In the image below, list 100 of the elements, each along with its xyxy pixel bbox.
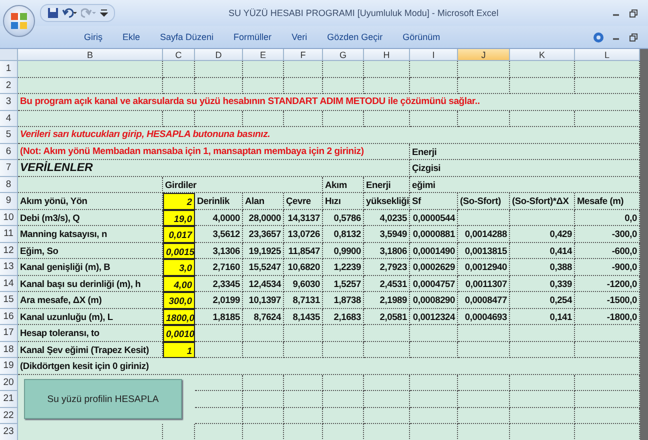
row-header[interactable]: 23 <box>0 424 18 440</box>
save-icon[interactable] <box>47 7 59 19</box>
input-cell[interactable]: 1800,0 <box>163 308 195 325</box>
office-button[interactable] <box>3 5 35 37</box>
row-header[interactable]: 2 <box>0 78 18 94</box>
row-header[interactable]: 7 <box>0 160 18 176</box>
row-header[interactable]: 9 <box>0 193 18 210</box>
empty-cell[interactable] <box>243 325 284 342</box>
row-header[interactable]: 16 <box>0 308 18 325</box>
empty-cell[interactable] <box>364 78 410 94</box>
empty-cell[interactable] <box>510 61 575 78</box>
empty-cell[interactable] <box>510 325 575 342</box>
column-header[interactable]: K <box>510 49 575 61</box>
row-header[interactable]: 22 <box>0 408 18 424</box>
empty-cell[interactable] <box>284 78 323 94</box>
empty-cell[interactable] <box>458 210 510 226</box>
empty-cell[interactable] <box>284 325 323 342</box>
empty-cell[interactable] <box>510 78 575 94</box>
row-header[interactable]: 13 <box>0 259 18 276</box>
calculate-button[interactable]: Su yüzü profilin HESAPLA <box>24 379 182 420</box>
empty-cell[interactable] <box>510 110 575 127</box>
row-header[interactable]: 3 <box>0 94 18 110</box>
empty-cell[interactable] <box>323 110 364 127</box>
empty-cell[interactable] <box>243 61 284 78</box>
empty-cell[interactable] <box>323 391 364 408</box>
ribbon-tab[interactable]: Gözden Geçir <box>327 30 383 44</box>
empty-cell[interactable] <box>243 110 284 127</box>
row-header[interactable]: 20 <box>0 374 18 391</box>
empty-cell[interactable] <box>195 374 243 391</box>
empty-cell[interactable] <box>458 110 510 127</box>
ribbon-tab[interactable]: Formüller <box>234 30 272 44</box>
empty-cell[interactable] <box>458 61 510 78</box>
empty-cell[interactable] <box>323 408 364 424</box>
empty-cell[interactable] <box>364 342 410 358</box>
ribbon-tab[interactable]: Ekle <box>122 30 140 44</box>
empty-cell[interactable] <box>243 374 284 391</box>
column-header[interactable]: F <box>284 49 323 61</box>
row-header[interactable]: 8 <box>0 176 18 193</box>
row-header[interactable]: 4 <box>0 110 18 127</box>
input-cell[interactable]: 19,0 <box>163 210 195 226</box>
column-header[interactable]: B <box>18 49 163 61</box>
column-header[interactable]: I <box>410 49 458 61</box>
empty-cell[interactable] <box>195 110 243 127</box>
input-cell[interactable]: 2 <box>163 193 195 210</box>
empty-cell[interactable] <box>284 61 323 78</box>
restore-icon[interactable] <box>629 8 638 18</box>
empty-cell[interactable] <box>195 61 243 78</box>
empty-cell[interactable] <box>510 408 575 424</box>
empty-cell[interactable] <box>410 408 458 424</box>
empty-cell[interactable] <box>323 61 364 78</box>
empty-cell[interactable] <box>458 78 510 94</box>
empty-cell[interactable] <box>364 325 410 342</box>
input-cell[interactable]: 0,017 <box>163 226 195 242</box>
empty-cell[interactable] <box>323 325 364 342</box>
ribbon-tab[interactable]: Giriş <box>84 30 102 44</box>
empty-cell[interactable] <box>163 110 195 127</box>
ribbon-tab[interactable]: Sayfa Düzeni <box>160 30 214 44</box>
empty-cell[interactable] <box>284 342 323 358</box>
empty-cell[interactable] <box>284 408 323 424</box>
empty-cell[interactable] <box>243 408 284 424</box>
column-header[interactable]: J <box>458 49 510 61</box>
empty-cell[interactable] <box>458 325 510 342</box>
empty-cell[interactable] <box>410 325 458 342</box>
help-icon[interactable] <box>593 32 604 42</box>
input-cell[interactable]: 1 <box>163 342 195 358</box>
empty-cell[interactable] <box>510 342 575 358</box>
empty-cell[interactable] <box>410 61 458 78</box>
empty-cell[interactable] <box>364 391 410 408</box>
empty-cell[interactable] <box>410 110 458 127</box>
empty-cell[interactable] <box>195 408 243 424</box>
row-header[interactable]: 11 <box>0 226 18 242</box>
empty-cell[interactable] <box>195 391 243 408</box>
input-cell[interactable]: 4,00 <box>163 276 195 292</box>
row-header[interactable]: 12 <box>0 242 18 259</box>
empty-cell[interactable] <box>323 78 364 94</box>
ribbon-tab[interactable]: Veri <box>292 30 308 44</box>
input-cell[interactable]: 3,0 <box>163 259 195 276</box>
empty-cell[interactable] <box>364 110 410 127</box>
ribbon-tab[interactable]: Görünüm <box>402 30 440 44</box>
empty-cell[interactable] <box>195 78 243 94</box>
column-header[interactable]: C <box>163 49 195 61</box>
row-header[interactable]: 14 <box>0 276 18 292</box>
empty-cell[interactable] <box>364 374 410 391</box>
empty-cell[interactable] <box>510 374 575 391</box>
empty-cell[interactable] <box>364 408 410 424</box>
empty-cell[interactable] <box>323 374 364 391</box>
empty-cell[interactable] <box>284 391 323 408</box>
row-header[interactable]: 21 <box>0 391 18 408</box>
row-header[interactable]: 17 <box>0 325 18 342</box>
empty-cell[interactable] <box>458 408 510 424</box>
row-header[interactable]: 15 <box>0 292 18 308</box>
empty-cell[interactable] <box>458 374 510 391</box>
row-header[interactable]: 19 <box>0 358 18 374</box>
column-header[interactable]: G <box>323 49 364 61</box>
empty-cell[interactable] <box>323 342 364 358</box>
empty-cell[interactable] <box>510 210 575 226</box>
row-header[interactable]: 18 <box>0 342 18 358</box>
row-header[interactable]: 6 <box>0 144 18 160</box>
empty-cell[interactable] <box>284 374 323 391</box>
empty-cell[interactable] <box>163 61 195 78</box>
